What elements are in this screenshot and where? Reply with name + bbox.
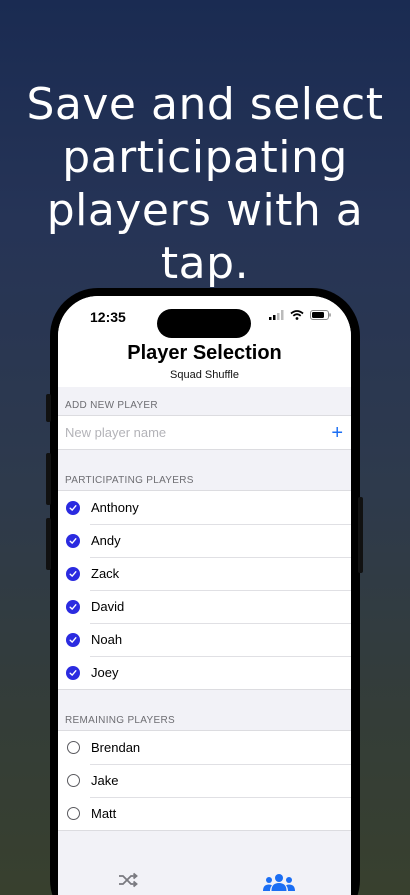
status-icons bbox=[269, 310, 331, 320]
player-row[interactable]: Brendan bbox=[58, 731, 351, 764]
participating-list: Anthony Andy Zack David Noah Joey bbox=[58, 490, 351, 690]
dynamic-island bbox=[157, 309, 251, 338]
battery-icon bbox=[310, 310, 331, 320]
headline: Save and select participating players wi… bbox=[26, 79, 384, 289]
plus-icon[interactable]: + bbox=[331, 423, 343, 443]
signal-icon bbox=[269, 310, 284, 320]
status-bar: 12:35 bbox=[58, 296, 351, 340]
empty-circle-icon[interactable] bbox=[66, 807, 80, 821]
player-name: Brendan bbox=[91, 740, 141, 755]
player-name: Anthony bbox=[91, 500, 139, 515]
app-screen: 12:35 Player Selection Squad Shuffle ADD… bbox=[58, 296, 351, 895]
tab-bar bbox=[58, 856, 351, 895]
player-row[interactable]: Zack bbox=[58, 557, 351, 590]
phone-button bbox=[358, 497, 363, 573]
player-row[interactable]: Joey bbox=[58, 656, 351, 689]
section-header-add: ADD NEW PLAYER bbox=[65, 400, 158, 411]
phone-button bbox=[46, 453, 51, 505]
page-title: Player Selection bbox=[127, 342, 282, 364]
empty-circle-icon[interactable] bbox=[66, 741, 80, 755]
player-name: Zack bbox=[91, 566, 120, 581]
shuffle-icon bbox=[119, 872, 138, 888]
player-name: Noah bbox=[91, 632, 123, 647]
player-name: Joey bbox=[91, 665, 119, 680]
checkmark-circle-icon[interactable] bbox=[66, 665, 80, 680]
player-name: Andy bbox=[91, 533, 121, 548]
checkmark-circle-icon[interactable] bbox=[66, 533, 80, 548]
phone-button bbox=[46, 518, 51, 570]
section-header-participating: PARTICIPATING PLAYERS bbox=[65, 475, 194, 486]
player-row[interactable]: Jake bbox=[58, 764, 351, 797]
wifi-icon bbox=[290, 310, 304, 320]
new-player-input[interactable] bbox=[65, 425, 332, 440]
tab-shuffle[interactable] bbox=[118, 872, 138, 893]
player-name: David bbox=[91, 599, 125, 614]
checkmark-circle-icon[interactable] bbox=[66, 566, 80, 581]
page-subtitle: Squad Shuffle bbox=[170, 369, 239, 381]
navigation-bar: Player Selection Squad Shuffle bbox=[58, 340, 351, 387]
section-header-remaining: REMAINING PLAYERS bbox=[65, 715, 175, 726]
players-icon bbox=[263, 874, 295, 891]
checkmark-circle-icon[interactable] bbox=[66, 500, 80, 515]
phone-button bbox=[46, 394, 51, 422]
remaining-list: Brendan Jake Matt bbox=[58, 730, 351, 831]
player-row[interactable]: Andy bbox=[58, 524, 351, 557]
player-row[interactable]: Matt bbox=[58, 797, 351, 830]
checkmark-circle-icon[interactable] bbox=[66, 599, 80, 614]
checkmark-circle-icon[interactable] bbox=[66, 632, 80, 647]
player-row[interactable]: Noah bbox=[58, 623, 351, 656]
status-time: 12:35 bbox=[90, 309, 126, 325]
player-row[interactable]: David bbox=[58, 590, 351, 623]
player-name: Jake bbox=[91, 773, 119, 788]
add-player-card: + bbox=[58, 415, 351, 450]
tab-players[interactable] bbox=[262, 873, 296, 895]
empty-circle-icon[interactable] bbox=[66, 774, 80, 788]
player-name: Matt bbox=[91, 806, 117, 821]
player-row[interactable]: Anthony bbox=[58, 491, 351, 524]
